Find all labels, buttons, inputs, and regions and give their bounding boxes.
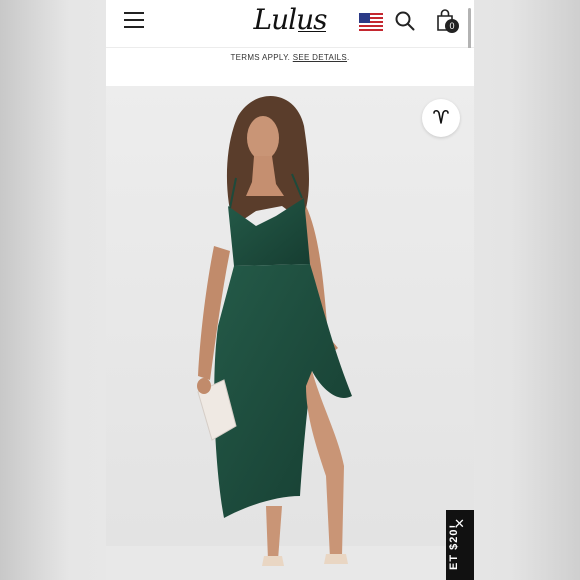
search-icon[interactable]	[395, 11, 415, 31]
favorite-badge[interactable]	[422, 99, 460, 137]
heart-v-icon	[433, 109, 449, 124]
promo-banner: TERMS APPLY. SEE DETAILS.	[106, 48, 474, 86]
brand-logo[interactable]: Lulus	[252, 2, 328, 38]
promo-tab-text[interactable]: ET $20!	[448, 510, 460, 570]
mobile-page: Lulus 0 TERMS APPLY. SEE DETAILS. ✕ ET $…	[106, 0, 474, 580]
product-hero-image[interactable]	[106, 86, 474, 580]
model-photo	[106, 86, 474, 580]
logo-underline	[298, 31, 326, 32]
promo-terms-text: TERMS APPLY.	[230, 53, 291, 62]
cart-count-badge[interactable]: 0	[445, 19, 459, 33]
site-header: Lulus 0	[106, 0, 474, 48]
hamburger-menu-icon[interactable]	[124, 12, 144, 28]
see-details-link[interactable]: SEE DETAILS	[293, 53, 347, 62]
promo-period: .	[347, 53, 350, 62]
promo-side-tab[interactable]: ✕ ET $20!	[446, 510, 474, 580]
us-flag-icon[interactable]	[359, 13, 383, 31]
